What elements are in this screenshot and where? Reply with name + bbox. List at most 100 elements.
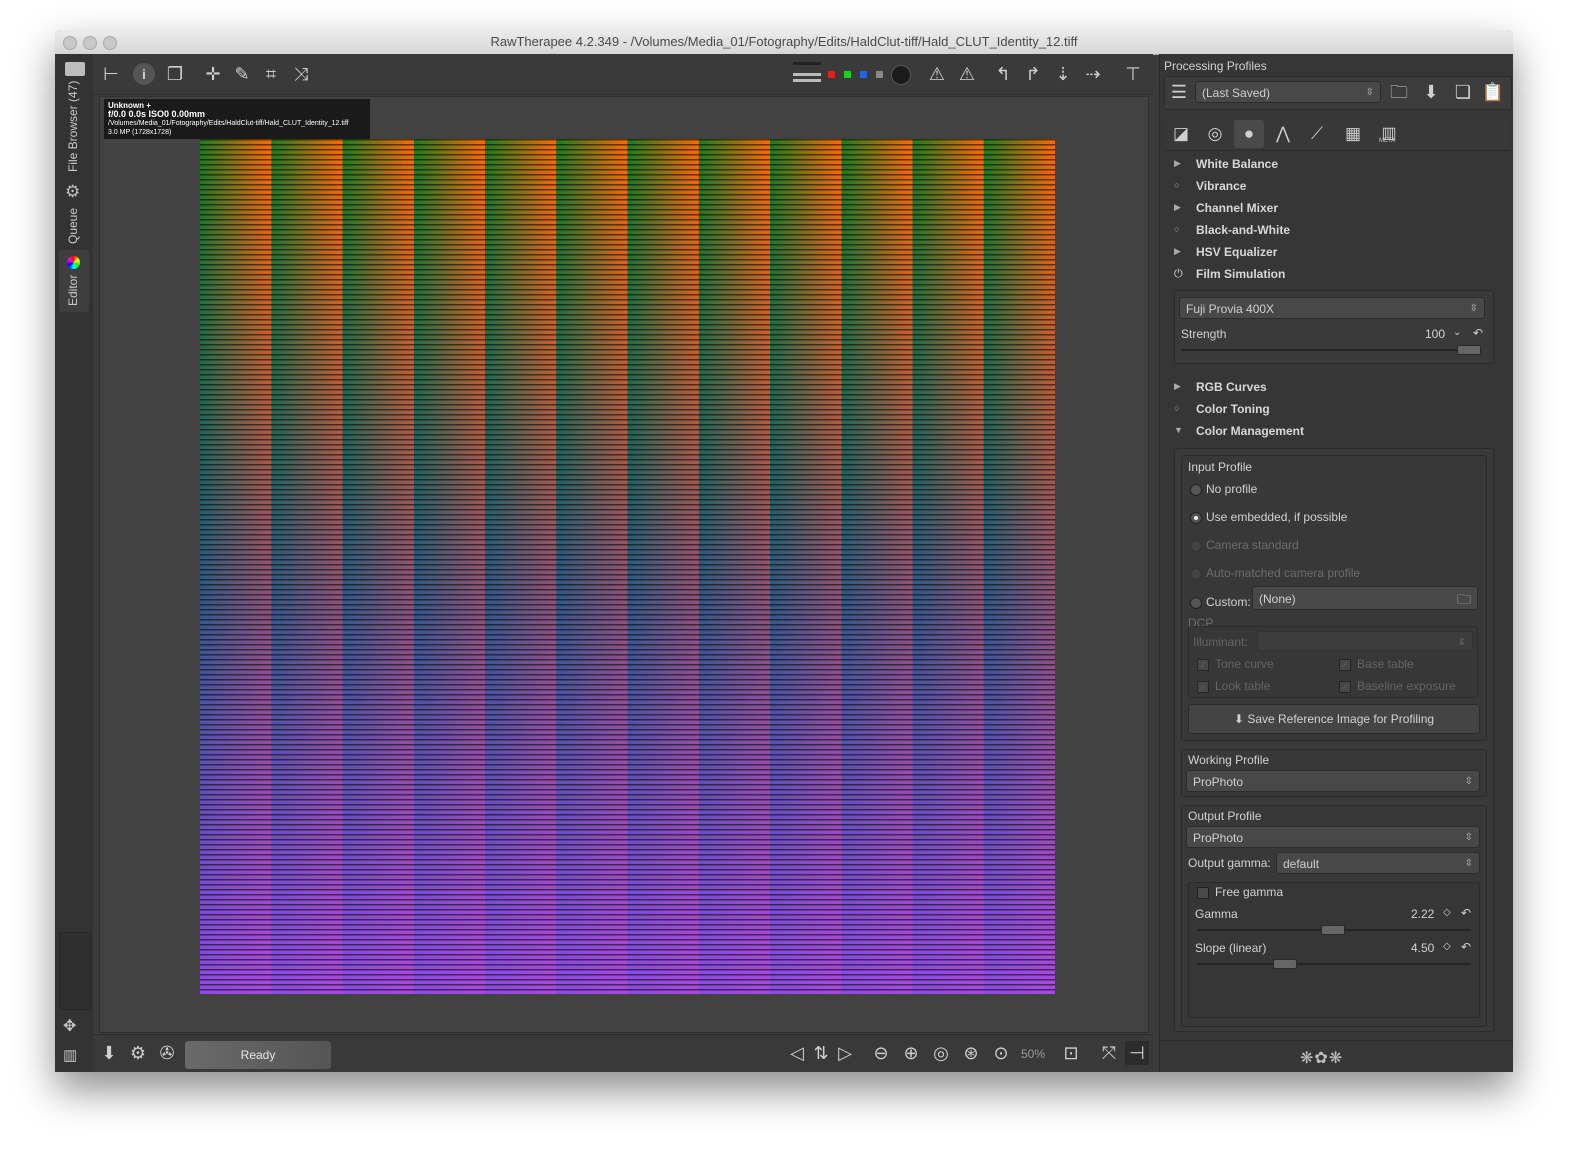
hand-tool-icon[interactable]: ✛	[201, 62, 225, 86]
hide-left-panel-icon[interactable]: ⊢	[99, 62, 123, 86]
red-channel-toggle[interactable]	[828, 71, 835, 78]
section-channel-mixer[interactable]: ▶ Channel Mixer	[1168, 198, 1492, 220]
section-film-simulation[interactable]: ⏻ Film Simulation	[1168, 264, 1492, 286]
tab-editor[interactable]: Editor	[59, 250, 89, 312]
crop-icon[interactable]: ⌗	[259, 62, 283, 86]
reset-icon[interactable]: ↶	[1473, 326, 1483, 340]
free-gamma-group: Free gamma Gamma 2.22 ◇ ↶ Slope (linear)…	[1188, 882, 1480, 1018]
slope-slider[interactable]	[1197, 959, 1471, 969]
profile-combo[interactable]: (Last Saved) ⇳	[1195, 81, 1381, 103]
strength-value[interactable]: 100	[1425, 327, 1445, 341]
white-balance-picker-icon[interactable]: ✎	[230, 62, 254, 86]
film-lut-combo[interactable]: Fuji Provia 400X ⇳	[1179, 297, 1485, 319]
strength-slider-knob[interactable]	[1457, 345, 1481, 355]
external-editor-icon[interactable]: ✇	[155, 1041, 179, 1065]
save-image-icon[interactable]: ⬇	[97, 1041, 121, 1065]
output-profile-combo[interactable]: ProPhoto ⇳	[1186, 826, 1480, 848]
highlight-clip-warning-icon[interactable]: ⚠	[955, 62, 979, 86]
zoom-in-icon[interactable]: ⊕	[899, 1041, 923, 1065]
radio-auto-matched[interactable]	[1190, 568, 1202, 580]
folder-icon[interactable]: 🗀	[1457, 587, 1471, 611]
dcp-group: Illuminant: ⇳ ✓ Tone curve ✓ Base table …	[1188, 626, 1478, 698]
profile-list-icon[interactable]: ☰	[1167, 80, 1191, 104]
zoom-window-button[interactable]	[103, 36, 117, 50]
zoom-fit-crop-icon[interactable]: ⊛	[959, 1041, 983, 1065]
previous-image-icon[interactable]: ◁	[785, 1041, 809, 1065]
tab-detail-icon[interactable]: ◎	[1200, 120, 1230, 148]
paste-profile-icon[interactable]: 📋	[1481, 80, 1505, 104]
close-window-button[interactable]	[63, 36, 77, 50]
tab-transform-icon[interactable]: ⟋	[1302, 120, 1332, 148]
free-gamma-checkbox[interactable]	[1197, 887, 1209, 899]
info-icon[interactable]: i	[133, 63, 155, 85]
zoom-fit-icon[interactable]: ◎	[929, 1041, 953, 1065]
tab-metadata-icon[interactable]: ▥ META	[1374, 120, 1404, 148]
slope-slider-knob[interactable]	[1273, 959, 1297, 969]
copy-profile-icon[interactable]: ❏	[1451, 80, 1475, 104]
histogram-icon[interactable]	[793, 60, 821, 86]
blue-channel-toggle[interactable]	[860, 71, 867, 78]
luminance-channel-toggle[interactable]	[876, 71, 883, 78]
move-icon[interactable]: ✥	[63, 1016, 76, 1036]
section-rgb-curves[interactable]: ▶ RGB Curves	[1168, 377, 1492, 399]
custom-profile-file[interactable]: (None) 🗀	[1252, 586, 1478, 610]
reset-icon[interactable]: ↶	[1461, 906, 1471, 920]
tab-wavelet-icon[interactable]: ⋀	[1268, 120, 1298, 148]
sync-filmstrip-icon[interactable]: ⇅	[809, 1041, 833, 1065]
expand-arrow-icon: ▶	[1174, 202, 1181, 212]
gamma-slider[interactable]	[1197, 925, 1471, 935]
gamma-value[interactable]: 2.22	[1411, 907, 1434, 921]
tab-exposure-icon[interactable]: ◪	[1166, 120, 1196, 148]
save-reference-button[interactable]: ⬇ Save Reference Image for Profiling	[1188, 704, 1480, 734]
section-black-and-white[interactable]: ○ Black-and-White	[1168, 220, 1492, 242]
image-canvas[interactable]: Unknown + f/0.0 0.0s ISO0 0.00mm /Volume…	[99, 96, 1149, 1033]
load-profile-icon[interactable]: 🗀	[1387, 80, 1411, 104]
strength-slider[interactable]	[1181, 345, 1481, 355]
radio-custom[interactable]	[1190, 597, 1202, 609]
section-color-management[interactable]: ▼ Color Management	[1168, 421, 1492, 443]
working-profile-combo[interactable]: ProPhoto ⇳	[1186, 770, 1480, 792]
shadow-clip-warning-icon[interactable]: ⚠	[925, 62, 949, 86]
slope-value[interactable]: 4.50	[1411, 941, 1434, 955]
base-table-checkbox[interactable]: ✓	[1339, 659, 1351, 671]
reset-icon[interactable]: ↶	[1461, 940, 1471, 954]
zoom-out-icon[interactable]: ⊖	[869, 1041, 893, 1065]
rotate-right-icon[interactable]: ↱	[1021, 62, 1045, 86]
output-gamma-combo[interactable]: default ⇳	[1276, 852, 1480, 874]
focus-mask-icon[interactable]	[891, 65, 911, 85]
new-detail-window-icon[interactable]: ⊡	[1059, 1041, 1083, 1065]
flip-horizontal-icon[interactable]: ⇢	[1081, 62, 1105, 86]
look-table-checkbox[interactable]: ✓	[1197, 681, 1209, 693]
zoom-100-icon[interactable]: ⊙	[989, 1041, 1013, 1065]
tone-curve-checkbox[interactable]: ✓	[1197, 659, 1209, 671]
before-after-icon[interactable]: ❐	[163, 62, 187, 86]
section-hsv-equalizer[interactable]: ▶ HSV Equalizer	[1168, 242, 1492, 264]
section-white-balance[interactable]: ▶ White Balance	[1168, 154, 1492, 176]
flip-vertical-icon[interactable]: ⇣	[1051, 62, 1075, 86]
illuminant-combo[interactable]: ⇳	[1257, 631, 1473, 651]
minimize-window-button[interactable]	[83, 36, 97, 50]
filmstrip-icon[interactable]: ▥	[63, 1046, 77, 1064]
rotate-left-icon[interactable]: ↰	[991, 62, 1015, 86]
tab-raw-icon[interactable]: ▦	[1338, 120, 1368, 148]
baseline-exposure-checkbox[interactable]: ✓	[1339, 681, 1351, 693]
radio-camera-standard[interactable]	[1190, 540, 1202, 552]
tab-file-browser[interactable]: File Browser (47)	[59, 60, 89, 172]
hide-top-panel-icon[interactable]: ⊤	[1121, 62, 1145, 86]
spin-icon[interactable]: ⌄	[1453, 327, 1461, 338]
radio-no-profile[interactable]	[1190, 484, 1202, 496]
save-profile-icon[interactable]: ⬇	[1419, 80, 1443, 104]
spin-icon[interactable]: ◇	[1443, 941, 1451, 952]
section-color-toning[interactable]: ○ Color Toning	[1168, 399, 1492, 421]
gamma-slider-knob[interactable]	[1321, 925, 1345, 935]
section-vibrance[interactable]: ○ Vibrance	[1168, 176, 1492, 198]
spin-icon[interactable]: ◇	[1443, 907, 1451, 918]
tab-color-icon[interactable]: ●	[1234, 120, 1264, 148]
hide-right-panel-icon[interactable]: ⊣	[1125, 1041, 1149, 1065]
green-channel-toggle[interactable]	[844, 71, 851, 78]
straighten-icon[interactable]: ⤨	[289, 62, 313, 86]
radio-use-embedded[interactable]	[1190, 512, 1202, 524]
send-to-queue-icon[interactable]: ⚙	[126, 1041, 150, 1065]
next-image-icon[interactable]: ▷	[833, 1041, 857, 1065]
fullscreen-icon[interactable]: ⤧	[1097, 1041, 1121, 1065]
